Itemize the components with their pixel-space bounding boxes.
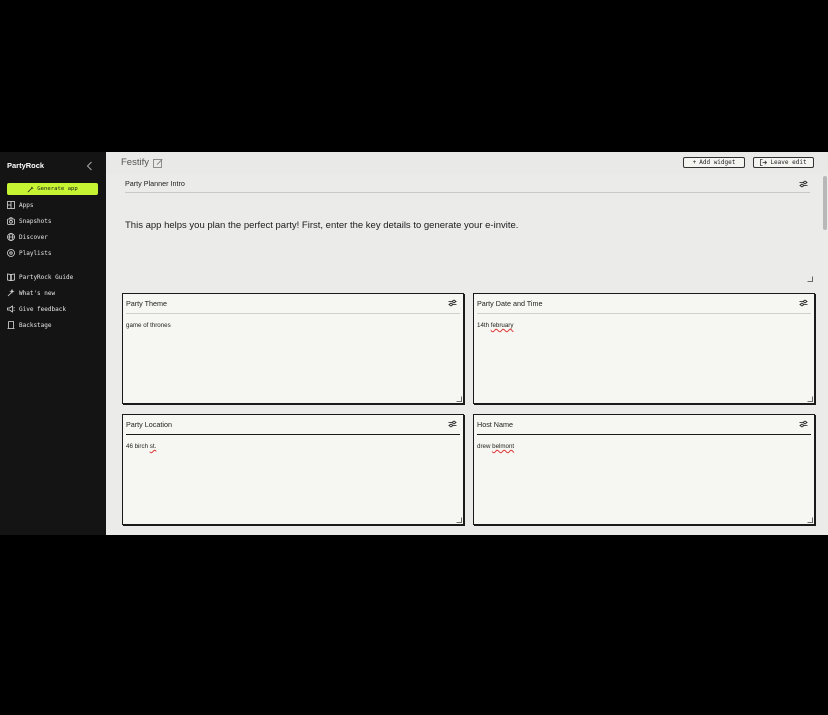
edit-icon[interactable]: [153, 158, 163, 168]
widget-party-date-time: Party Date and Time 14th february: [473, 293, 815, 404]
playlist-icon: [7, 249, 15, 257]
widget-input[interactable]: drew belmont: [477, 443, 514, 450]
app-title: Festify: [121, 157, 149, 168]
sidebar-item-guide[interactable]: PartyRock Guide: [7, 271, 103, 283]
leave-edit-label: Leave edit: [770, 159, 807, 166]
scrollbar[interactable]: [823, 176, 827, 230]
sidebar-item-playlists[interactable]: Playlists: [7, 247, 103, 259]
input-value: 14th: [477, 322, 491, 329]
add-widget-button[interactable]: + Add widget: [683, 157, 745, 168]
divider: [126, 434, 460, 435]
input-value: 46 birch: [126, 443, 150, 450]
resize-handle-icon[interactable]: [807, 517, 813, 523]
resize-handle-icon[interactable]: [456, 396, 462, 402]
widget-input[interactable]: 14th february: [477, 322, 513, 329]
sidebar-item-whats-new[interactable]: What's new: [7, 287, 103, 299]
bookmark-icon: [7, 321, 15, 329]
app-window: PartyRock Generate app Apps Snapshots Di…: [0, 152, 828, 535]
input-value-misspelled: february: [490, 322, 514, 329]
intro-text: This app helps you plan the perfect part…: [125, 220, 519, 231]
sidebar-item-label: PartyRock Guide: [19, 273, 74, 281]
widget-title: Party Date and Time: [477, 299, 543, 308]
settings-sliders-icon[interactable]: [799, 180, 808, 188]
generate-app-label: Generate app: [37, 186, 78, 192]
widget-host-name: Host Name drew belmont: [473, 414, 815, 525]
input-value-misspelled: belmont: [492, 443, 515, 450]
widget-title: Party Location: [126, 420, 172, 429]
sidebar-item-backstage[interactable]: Backstage: [7, 319, 103, 331]
wand-icon: [27, 186, 34, 192]
sidebar-item-apps[interactable]: Apps: [7, 199, 103, 211]
apps-icon: [7, 201, 15, 209]
sidebar-item-label: What's new: [19, 289, 56, 297]
widget-input[interactable]: game of thrones: [126, 322, 171, 329]
input-value-misspelled: st.: [149, 443, 157, 450]
camera-icon: [7, 217, 15, 225]
widget-title: Host Name: [477, 420, 513, 429]
sidebar-item-label: Backstage: [19, 321, 52, 329]
settings-sliders-icon[interactable]: [448, 420, 457, 428]
sidebar: PartyRock Generate app Apps Snapshots Di…: [0, 152, 106, 535]
settings-sliders-icon[interactable]: [448, 299, 457, 307]
input-value: drew: [477, 443, 493, 450]
sidebar-item-label: Snapshots: [19, 217, 52, 225]
resize-handle-icon[interactable]: [807, 396, 813, 402]
generate-app-button[interactable]: Generate app: [7, 183, 98, 195]
megaphone-icon: [7, 305, 15, 313]
divider: [126, 313, 460, 314]
plus-icon: +: [692, 159, 697, 166]
sidebar-item-snapshots[interactable]: Snapshots: [7, 215, 103, 227]
intro-widget: Party Planner Intro This app helps you p…: [121, 174, 814, 284]
sidebar-item-discover[interactable]: Discover: [7, 231, 103, 243]
widget-title: Party Theme: [126, 299, 168, 308]
widget-party-theme: Party Theme game of thrones: [122, 293, 464, 404]
divider: [477, 313, 811, 314]
app-title-group: Festify: [121, 157, 163, 168]
sparkle-icon: [7, 289, 15, 297]
sidebar-item-label: Playlists: [19, 249, 52, 257]
brand-logo[interactable]: PartyRock: [7, 161, 44, 170]
add-widget-label: Add widget: [699, 159, 736, 166]
divider: [125, 192, 810, 193]
input-value: game of thrones: [126, 322, 171, 329]
resize-handle-icon[interactable]: [456, 517, 462, 523]
collapse-sidebar-icon[interactable]: [84, 160, 96, 172]
sidebar-item-label: Apps: [19, 201, 34, 209]
divider: [477, 434, 811, 435]
top-bar: Festify + Add widget Leave edit: [106, 152, 828, 174]
sidebar-item-feedback[interactable]: Give feedback: [7, 303, 103, 315]
exit-icon: [760, 159, 768, 166]
globe-icon: [7, 233, 15, 241]
sidebar-item-label: Give feedback: [19, 305, 66, 313]
widget-party-location: Party Location 46 birch st.: [122, 414, 464, 525]
sidebar-item-label: Discover: [19, 233, 48, 241]
resize-handle-icon[interactable]: [807, 276, 813, 282]
book-icon: [7, 273, 15, 281]
leave-edit-button[interactable]: Leave edit: [753, 157, 814, 168]
widget-input[interactable]: 46 birch st.: [126, 443, 156, 450]
widget-title: Party Planner Intro: [125, 179, 185, 188]
settings-sliders-icon[interactable]: [799, 420, 808, 428]
settings-sliders-icon[interactable]: [799, 299, 808, 307]
